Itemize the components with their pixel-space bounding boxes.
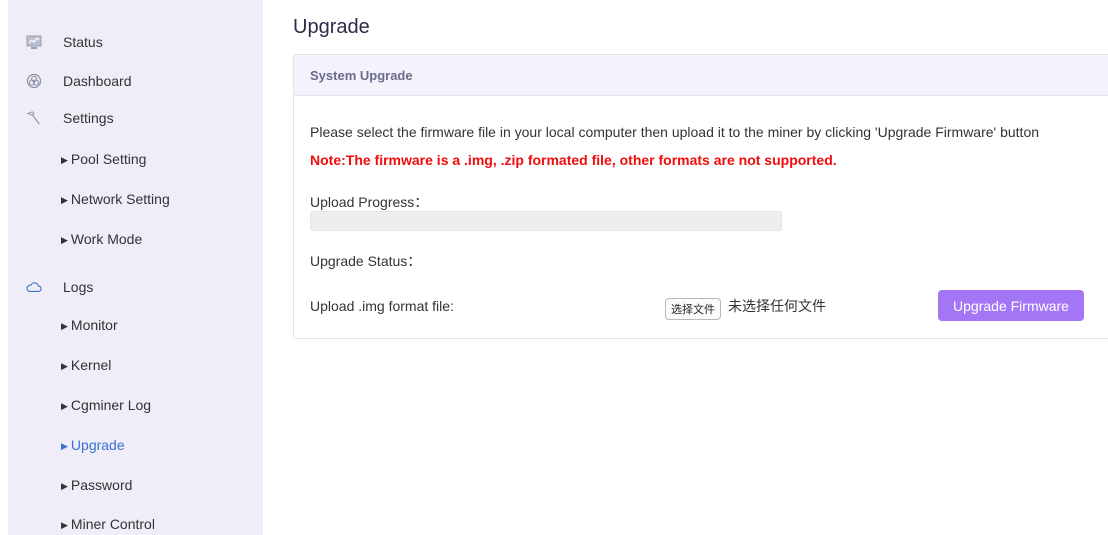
sidebar-item-settings[interactable]: Settings: [8, 108, 263, 128]
dashboard-icon: [26, 73, 42, 89]
sidebar-item-pool-setting[interactable]: ▶ Pool Setting: [61, 151, 146, 167]
sidebar-item-password[interactable]: ▶ Password: [61, 477, 132, 493]
sidebar-label-dashboard: Dashboard: [63, 73, 132, 89]
sidebar-item-status[interactable]: Status: [8, 32, 263, 52]
no-file-chosen-text: 未选择任何文件: [728, 298, 826, 314]
system-upgrade-panel: System Upgrade Please select the firmwar…: [293, 54, 1108, 339]
panel-heading: System Upgrade: [310, 68, 413, 83]
sidebar-item-network-setting[interactable]: ▶ Network Setting: [61, 191, 170, 207]
sidebar-label-status: Status: [63, 34, 103, 50]
upload-progress-bar: [310, 211, 782, 231]
panel-header: System Upgrade: [294, 55, 1108, 96]
sidebar-item-kernel[interactable]: ▶ Kernel: [61, 357, 111, 373]
sidebar-label-settings: Settings: [63, 110, 114, 126]
upgrade-firmware-button[interactable]: Upgrade Firmware: [938, 290, 1084, 321]
hammer-icon: [26, 110, 42, 126]
sidebar: Status Dashboard Settings ▶ Pool Setting …: [8, 0, 263, 535]
monitor-icon: [26, 34, 42, 50]
sidebar-item-monitor[interactable]: ▶ Monitor: [61, 317, 118, 333]
upload-progress-label: Upload Progress：: [310, 194, 429, 210]
page-title: Upgrade: [293, 16, 370, 38]
upload-file-label: Upload .img format file:: [310, 298, 454, 314]
cloud-icon: [26, 279, 42, 295]
sidebar-item-work-mode[interactable]: ▶ Work Mode: [61, 231, 142, 247]
format-note: Note:The firmware is a .img, .zip format…: [310, 152, 837, 168]
upgrade-status-label: Upgrade Status：: [310, 253, 422, 269]
sidebar-item-logs[interactable]: Logs: [8, 277, 263, 297]
sidebar-label-logs: Logs: [63, 279, 94, 295]
sidebar-item-dashboard[interactable]: Dashboard: [8, 71, 263, 91]
choose-file-button[interactable]: 选择文件: [665, 298, 721, 320]
sidebar-item-cgminer-log[interactable]: ▶ Cgminer Log: [61, 397, 151, 413]
sidebar-item-miner-control[interactable]: ▶ Miner Control: [61, 516, 155, 532]
sidebar-item-upgrade[interactable]: ▶ Upgrade: [61, 437, 125, 453]
instructions-text: Please select the firmware file in your …: [310, 124, 1040, 140]
